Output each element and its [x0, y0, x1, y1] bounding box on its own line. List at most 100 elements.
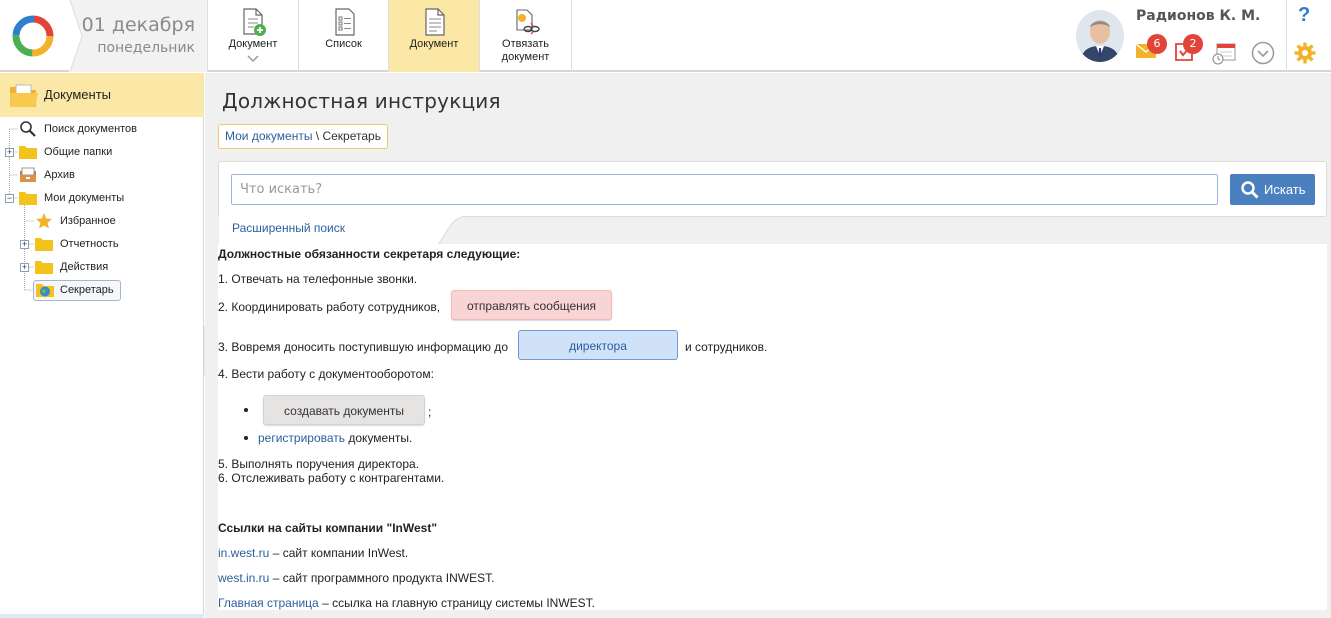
link-1-desc: – сайт компании InWest.: [269, 546, 409, 560]
sidebar-item-label: Мои документы: [44, 192, 125, 204]
search-icon: [1241, 181, 1259, 199]
doc-line-3-tail: и сотрудников.: [685, 340, 768, 354]
sidebar-item-label: Архив: [44, 169, 75, 181]
toolbar-document-label: Документ: [409, 38, 459, 50]
register-link[interactable]: регистрировать: [258, 431, 345, 445]
breadcrumb-link-my-documents[interactable]: Мои документы: [225, 129, 312, 143]
date-weekday: понедельник: [97, 40, 195, 56]
sidebar-item-label: Избранное: [60, 215, 116, 227]
links-heading: Ссылки на сайты компании "InWest": [218, 521, 438, 535]
chevron-divider-icon: [69, 0, 83, 72]
sidebar-item-label: Отчетность: [60, 238, 119, 250]
globe-folder-icon: [36, 284, 54, 297]
doc-heading: Должностные обязанности секретаря следую…: [218, 247, 521, 261]
search-input[interactable]: [231, 174, 1218, 205]
toolbar-unlink-document-button[interactable]: Отвязать документ: [480, 0, 572, 72]
header-divider: [1286, 0, 1287, 72]
folder-icon: [19, 192, 37, 205]
breadcrumb-separator: \: [312, 129, 323, 143]
sidebar-item-label: Секретарь: [60, 284, 114, 296]
doc-line-6: 6. Отслеживать работу с контрагентами.: [218, 471, 445, 485]
date-day: 01 декабря: [81, 14, 195, 36]
search-button-label: Искать: [1264, 182, 1306, 197]
calendar-icon[interactable]: [1211, 42, 1237, 66]
gear-icon[interactable]: [1294, 42, 1316, 64]
star-icon: [36, 213, 52, 229]
sidebar-bottom-strip: [0, 614, 204, 618]
document-add-icon: [243, 8, 266, 36]
archive-icon: [20, 167, 36, 182]
sidebar-title: Документы: [44, 87, 112, 102]
doc-line-5: 5. Выполнять поручения директора.: [218, 457, 420, 471]
sidebar-item-shared-folders[interactable]: + Общие папки: [0, 142, 200, 162]
date-panel: 01 декабря понедельник: [69, 0, 208, 72]
expand-icon[interactable]: +: [5, 148, 14, 157]
app-logo[interactable]: [0, 0, 70, 72]
bullet-1-tail: ;: [428, 405, 432, 419]
sidebar-item-secretary[interactable]: Секретарь: [0, 280, 200, 300]
user-name[interactable]: Радионов К. М.: [1136, 8, 1260, 24]
top-bar: 01 декабря понедельник Документ Список Д…: [0, 0, 1331, 72]
doc-line-2: 2. Координировать работу сотрудников,: [218, 300, 441, 314]
chevron-down-circle-icon[interactable]: [1251, 41, 1275, 65]
link-line-3: Главная страница – ссылка на главную стр…: [218, 596, 595, 610]
bullet-marker: [244, 436, 248, 440]
product-site-link[interactable]: west.in.ru: [218, 571, 269, 585]
collapse-icon[interactable]: −: [5, 194, 14, 203]
sidebar-item-actions[interactable]: + Действия: [0, 257, 200, 277]
folder-icon: [35, 238, 53, 251]
inwest-site-link[interactable]: in.west.ru: [218, 546, 269, 560]
document-icon: [425, 8, 445, 36]
toolbar-new-document-button[interactable]: Документ: [208, 0, 299, 72]
unlink-document-icon: [515, 9, 540, 35]
toolbar-new-document-label: Документ: [228, 38, 278, 50]
toolbar-unlink-label-2: документ: [501, 51, 550, 63]
doc-line-1: 1. Отвечать на телефонные звонки.: [218, 272, 418, 286]
sidebar-item-reporting[interactable]: + Отчетность: [0, 234, 200, 254]
sidebar: Документы Поиск документов + Общие папки: [0, 73, 204, 618]
advanced-search-link[interactable]: Расширенный поиск: [232, 221, 345, 235]
sidebar-item-search-documents[interactable]: Поиск документов: [0, 119, 200, 139]
link-3-desc: – ссылка на главную страницу системы INW…: [318, 596, 595, 610]
link-line-2: west.in.ru – сайт программного продукта …: [218, 571, 494, 585]
sidebar-header[interactable]: Документы: [0, 73, 204, 117]
bullet-2: регистрировать документы.: [258, 431, 412, 445]
send-messages-button[interactable]: отправлять сообщения: [451, 290, 612, 320]
main-area: Должностная инструкция Мои документы \ С…: [205, 73, 1331, 618]
tasks-count-badge: 2: [1183, 34, 1203, 54]
sidebar-item-label: Общие папки: [44, 146, 113, 158]
expand-icon[interactable]: +: [20, 240, 29, 249]
page-title: Должностная инструкция: [222, 89, 501, 113]
toolbar-unlink-label-1: Отвязать: [502, 38, 549, 50]
folder-icon: [35, 261, 53, 274]
documents-folder-icon: [10, 84, 38, 107]
expand-icon[interactable]: +: [20, 263, 29, 272]
sidebar-item-my-documents[interactable]: − Мои документы: [0, 188, 200, 208]
search-panel: Искать: [218, 161, 1327, 217]
toolbar-list-label: Список: [325, 38, 362, 50]
toolbar-document-button[interactable]: Документ: [389, 0, 480, 72]
doc-line-3: 3. Вовремя доносить поступившую информац…: [218, 340, 508, 354]
avatar[interactable]: [1076, 10, 1124, 62]
sidebar-item-favorites[interactable]: Избранное: [0, 211, 200, 231]
toolbar-list-button[interactable]: Список: [299, 0, 389, 72]
help-icon[interactable]: ?: [1298, 4, 1310, 27]
director-button[interactable]: директора: [518, 330, 678, 360]
search-icon: [20, 121, 36, 137]
doc-line-4: 4. Вести работу с документооборотом:: [218, 367, 434, 381]
chevron-down-icon[interactable]: [247, 55, 259, 63]
bullet-marker: [244, 408, 248, 412]
bullet-2-tail: документы.: [345, 431, 413, 445]
sidebar-item-archive[interactable]: Архив: [0, 165, 200, 185]
document-content: Должностные обязанности секретаря следую…: [218, 244, 1327, 610]
link-2-desc: – сайт программного продукта INWEST.: [269, 571, 495, 585]
create-documents-button[interactable]: создавать документы: [263, 395, 425, 425]
link-line-1: in.west.ru – сайт компании InWest.: [218, 546, 408, 560]
logo-icon: [12, 15, 54, 57]
search-button[interactable]: Искать: [1230, 174, 1315, 205]
breadcrumb-current: Секретарь: [322, 129, 381, 143]
sidebar-item-label: Поиск документов: [44, 123, 138, 135]
mail-count-badge: 6: [1147, 34, 1167, 54]
home-page-link[interactable]: Главная страница: [218, 596, 319, 610]
folder-icon: [19, 146, 37, 159]
